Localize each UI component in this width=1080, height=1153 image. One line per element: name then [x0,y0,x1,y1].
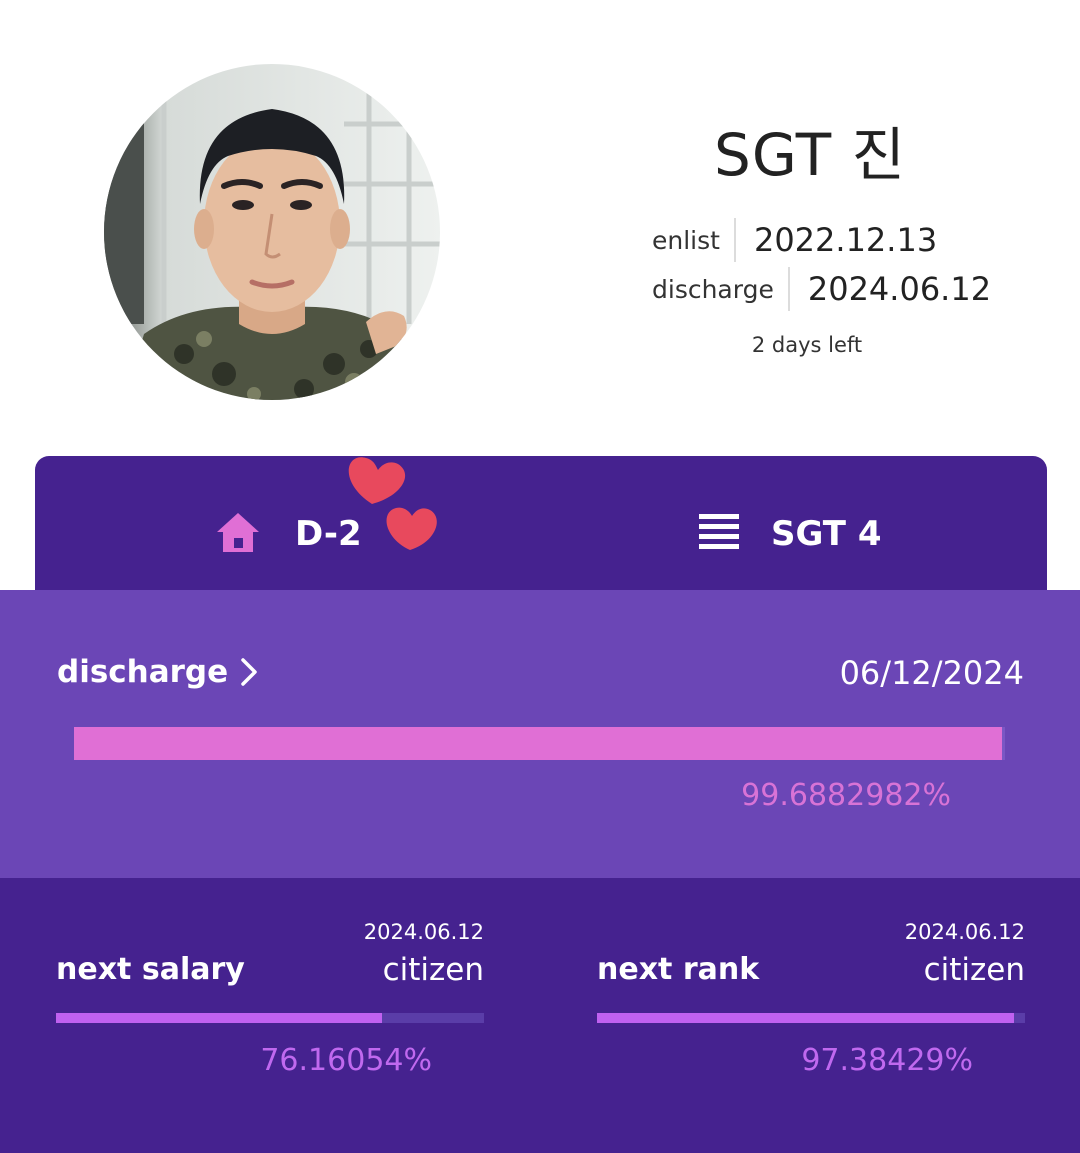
list-icon [699,513,739,556]
discharge-progress-track [74,727,1005,760]
discharge-label: discharge [652,274,774,304]
next-rank-progress-fill [597,1013,1014,1023]
tab-d-day-label: D-2 [295,514,362,554]
days-left-text: 2 days left [751,333,863,357]
discharge-percent: 99.6882982% [741,778,951,813]
tab-bar: D-2 SGT 4 [35,456,1047,606]
stats-panel: 2024.06.12 next salary citizen 76.16054%… [0,878,1080,1153]
discharge-link[interactable]: discharge [57,654,258,690]
chevron-right-icon [241,658,257,686]
discharge-card: discharge 06/12/2024 99.6882982% [0,590,1080,878]
enlist-label: enlist [652,225,720,255]
next-salary-percent: 76.16054% [260,1043,432,1078]
home-icon [215,511,261,558]
next-rank-value: citizen [923,952,1025,988]
discharge-title: discharge [57,654,229,690]
discharge-progress-fill [74,727,1003,760]
next-rank-progress-track [597,1013,1025,1023]
next-salary-label: next salary [56,952,245,987]
tab-d-day[interactable]: D-2 [215,505,362,563]
next-salary-value: citizen [382,952,484,988]
next-rank-percent: 97.38429% [801,1043,973,1078]
tab-rank[interactable]: SGT 4 [699,505,881,563]
next-salary-progress-track [56,1013,484,1023]
enlist-row: enlist 2022.12.13 [652,218,937,262]
discharge-divider [787,267,790,311]
next-rank-date: 2024.06.12 [904,920,1025,944]
tab-rank-label: SGT 4 [771,514,882,554]
enlist-date: 2022.12.13 [753,221,938,259]
next-salary-stat: 2024.06.12 next salary citizen 76.16054% [56,878,484,1153]
profile-avatar [104,64,440,400]
next-salary-progress-fill [56,1013,382,1023]
enlist-divider [733,218,736,262]
discharge-card-date: 06/12/2024 [839,654,1024,692]
profile-name: SGT 진 [714,121,906,189]
discharge-date: 2024.06.12 [807,270,992,308]
next-salary-date: 2024.06.12 [363,920,484,944]
next-rank-stat: 2024.06.12 next rank citizen 97.38429% [597,878,1025,1153]
next-rank-label: next rank [597,952,760,987]
discharge-row: discharge 2024.06.12 [652,267,991,311]
